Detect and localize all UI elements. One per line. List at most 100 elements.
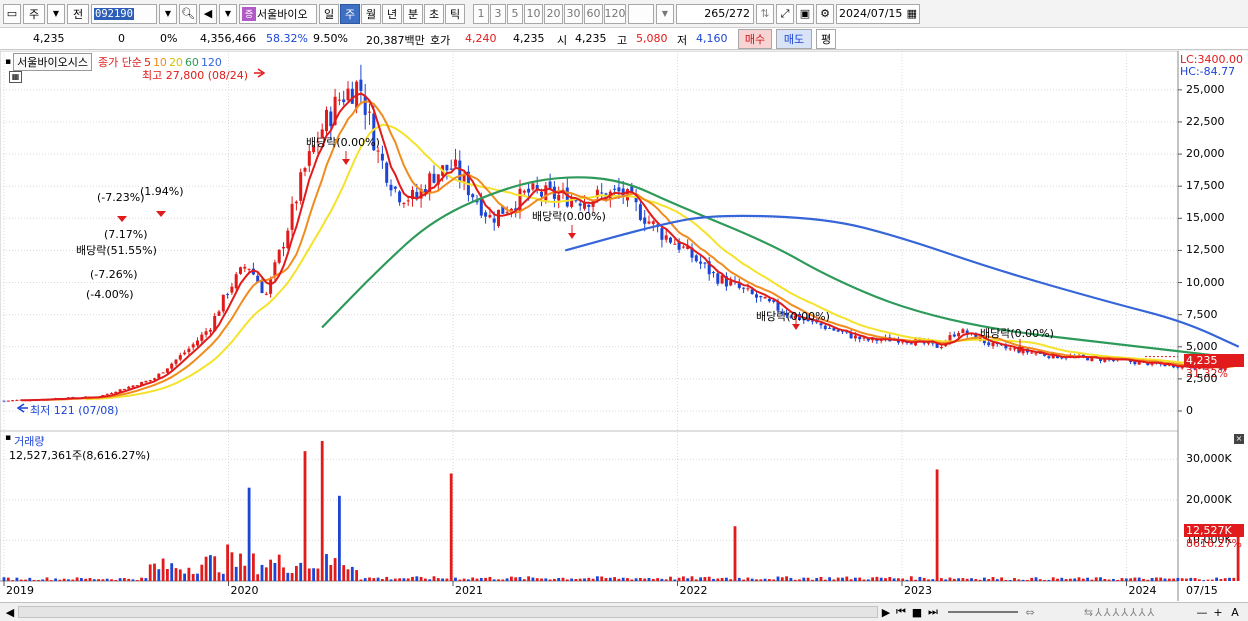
- volume-bar: [914, 579, 917, 581]
- stop-icon[interactable]: ■: [910, 605, 924, 619]
- candle-body: [110, 393, 113, 395]
- date-field[interactable]: 2024/07/15 ▦: [836, 3, 920, 24]
- volume-bar: [178, 569, 182, 581]
- candle-body: [1013, 348, 1016, 350]
- stock-code: 092190: [94, 7, 134, 20]
- quote-change-pct: 0%: [160, 32, 178, 45]
- period-button[interactable]: 월: [361, 3, 381, 24]
- interval-button[interactable]: 10: [524, 3, 543, 24]
- volume-bar: [49, 580, 53, 582]
- volume-bar: [32, 579, 36, 581]
- candle-body: [600, 192, 604, 194]
- period-button[interactable]: 일: [319, 3, 339, 24]
- volume-bar: [1017, 579, 1021, 581]
- prev-button[interactable]: 전: [67, 3, 89, 24]
- period-button[interactable]: 분: [403, 3, 423, 24]
- type-select[interactable]: 주: [23, 3, 45, 24]
- dividend-annotation: 배당락(0.00%): [532, 210, 606, 223]
- interval-button[interactable]: 3: [490, 3, 506, 24]
- volume-bar: [811, 579, 814, 581]
- indicator-add-icon[interactable]: ⤢: [776, 3, 794, 24]
- small-dropdown-icon[interactable]: ▼: [219, 3, 237, 24]
- code-dropdown-icon[interactable]: ▼: [159, 3, 177, 24]
- panel-icon[interactable]: ▪: [5, 57, 11, 67]
- interval-button[interactable]: 1: [473, 3, 489, 24]
- candle-body: [342, 99, 346, 103]
- price-y-tick: 15,000: [1186, 211, 1225, 225]
- x-axis-label: 2023: [904, 584, 932, 597]
- zoom-handle-icon[interactable]: ⇔: [1022, 605, 1038, 619]
- gear-icon[interactable]: ⚙: [816, 3, 834, 24]
- period-button[interactable]: 틱: [445, 3, 465, 24]
- candle-body: [368, 111, 371, 113]
- sell-button[interactable]: 매도: [776, 29, 812, 49]
- volume-bar: [626, 578, 629, 581]
- calendar-icon[interactable]: ▦: [907, 7, 917, 20]
- period-button[interactable]: 주: [340, 3, 360, 24]
- interval-button[interactable]: 120: [604, 3, 626, 24]
- text-size-icon[interactable]: A: [1228, 605, 1242, 619]
- interval-button[interactable]: 60: [584, 3, 603, 24]
- speaker-icon[interactable]: ◀: [199, 3, 217, 24]
- scroll-left-icon[interactable]: ◀: [4, 605, 16, 619]
- volume-bar: [1034, 577, 1038, 581]
- hoga-label: 호가: [430, 34, 451, 47]
- volume-bar: [535, 578, 539, 581]
- chart-svg[interactable]: [0, 51, 1248, 602]
- interval-dropdown-icon[interactable]: ▼: [656, 3, 674, 24]
- candle-body: [329, 111, 333, 127]
- candle-body: [359, 79, 363, 91]
- window-icon[interactable]: ▭: [3, 3, 21, 24]
- save-icon[interactable]: ▣: [796, 3, 814, 24]
- interval-dropdown[interactable]: [628, 3, 654, 24]
- search-icon[interactable]: 🔍︎: [179, 3, 197, 24]
- volume-bar: [836, 577, 840, 581]
- type-dropdown-icon[interactable]: ▼: [47, 3, 65, 24]
- volume-bar: [135, 580, 139, 582]
- zoom-slider[interactable]: [948, 611, 1018, 613]
- candle-body: [144, 381, 148, 383]
- compare-icon[interactable]: ⇅: [756, 3, 774, 24]
- volume-close-icon[interactable]: ×: [1234, 434, 1244, 444]
- volume-bar: [411, 576, 414, 581]
- price-y-tick: 25,000: [1186, 82, 1225, 96]
- forward-icon[interactable]: ⏭: [926, 605, 940, 619]
- candle-body: [294, 201, 298, 204]
- zoom-out-icon[interactable]: —: [1196, 605, 1208, 619]
- volume-bar: [931, 579, 935, 581]
- draw-tools-icons[interactable]: ⇆⅄⅄⅄⅄⅄⅄⅄: [1060, 605, 1180, 619]
- volume-bar: [114, 579, 118, 581]
- volume-bar: [372, 578, 376, 581]
- period-button[interactable]: 초: [424, 3, 444, 24]
- interval-button[interactable]: 30: [564, 3, 583, 24]
- volume-bar: [686, 578, 690, 581]
- rewind-icon[interactable]: ⏮: [894, 605, 908, 619]
- table-icon[interactable]: ▦: [9, 71, 22, 83]
- candle-body: [587, 204, 591, 207]
- stock-code-input[interactable]: 092190: [91, 3, 157, 24]
- chart-area[interactable]: ▪ 서울바이오시스 종가 단순 5 10 20 60 120 최고 27,800…: [0, 51, 1248, 602]
- volume-bar: [1232, 577, 1236, 581]
- candle-body: [406, 200, 410, 202]
- volume-bar: [927, 579, 930, 581]
- volume-bar: [1056, 578, 1059, 581]
- candle-body: [200, 334, 204, 341]
- page-total: /272: [725, 7, 750, 20]
- interval-button[interactable]: 5: [507, 3, 523, 24]
- volume-bar: [329, 565, 333, 581]
- period-button[interactable]: 년: [382, 3, 402, 24]
- volume-bar: [742, 579, 745, 581]
- volume-bar: [1129, 578, 1132, 581]
- scroll-track[interactable]: [18, 606, 878, 618]
- scroll-right-icon[interactable]: ▶: [880, 605, 892, 619]
- zoom-in-icon[interactable]: +: [1212, 605, 1224, 619]
- interval-button[interactable]: 20: [544, 3, 563, 24]
- candle-body: [574, 200, 578, 202]
- page-counter[interactable]: 265/272: [676, 3, 754, 24]
- buy-button[interactable]: 매수: [738, 29, 772, 49]
- volume-bar: [1043, 579, 1046, 581]
- stock-name-box[interactable]: 증 서울바이오: [239, 3, 317, 24]
- volume-bar: [1090, 579, 1094, 581]
- price-y-tick: 7,500: [1186, 307, 1218, 321]
- eval-button[interactable]: 평: [816, 29, 836, 49]
